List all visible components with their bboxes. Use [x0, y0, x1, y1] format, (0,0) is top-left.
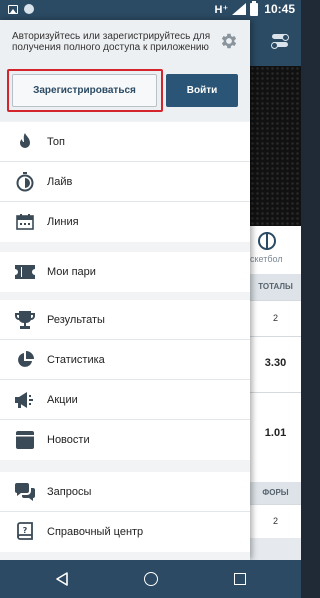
menu-label: Запросы	[47, 485, 92, 498]
background-header	[250, 20, 301, 66]
menu-item-results[interactable]: Результаты	[0, 300, 250, 340]
pie-chart-icon	[15, 350, 35, 370]
menu-item-live[interactable]: Лайв	[0, 162, 250, 202]
table-row: 2	[250, 504, 301, 538]
network-type: H⁺	[214, 3, 229, 16]
signal-icon	[232, 3, 247, 15]
ticket-icon	[15, 262, 35, 282]
menu-label: Лайв	[47, 175, 73, 188]
menu-item-help-center[interactable]: ? Справочный центр	[0, 512, 250, 552]
background-app: скетбол ТОТАЛЫ 2 3.30 1.01 ФОРЫ 2	[250, 20, 301, 560]
table-row: 2	[250, 300, 301, 336]
background-banner	[250, 66, 301, 226]
register-button[interactable]: Зарегистрироваться	[12, 74, 157, 107]
menu-label: Мои пари	[47, 266, 96, 278]
filter-toggle-icon[interactable]	[271, 34, 289, 50]
menu-group-support: Запросы ? Справочный центр	[0, 472, 250, 552]
menu-label: Топ	[47, 135, 65, 148]
menu-label: Справочный центр	[47, 526, 144, 538]
menu-group-bets: Мои пари	[0, 252, 250, 292]
calendar-icon	[15, 212, 35, 232]
sport-label: скетбол	[250, 254, 283, 264]
help-book-icon: ?	[15, 522, 35, 542]
gear-icon[interactable]	[219, 31, 239, 51]
menu-group-info: Результаты Статистика Акции Новости	[0, 300, 250, 460]
handicap-header: ФОРЫ	[250, 482, 301, 504]
chat-icon	[15, 482, 35, 502]
odds-value[interactable]: 3.30	[250, 357, 301, 369]
login-button[interactable]: Войти	[166, 74, 238, 107]
newspaper-icon	[15, 430, 35, 450]
menu-item-line[interactable]: Линия	[0, 202, 250, 242]
clock: 10:45	[264, 2, 295, 16]
megaphone-icon	[15, 390, 35, 410]
basketball-icon	[258, 232, 276, 250]
sport-tab[interactable]: скетбол	[250, 226, 301, 274]
menu-label: Результаты	[47, 313, 105, 326]
gallery-icon	[8, 4, 18, 14]
menu-item-my-bets[interactable]: Мои пари	[0, 252, 250, 292]
stopwatch-icon	[15, 171, 35, 192]
row-value: 2	[272, 313, 278, 323]
home-icon[interactable]	[144, 572, 158, 586]
menu-group-main: Топ Лайв Линия	[0, 122, 250, 242]
menu-label: Акции	[47, 393, 78, 406]
totals-header: ТОТАЛЫ	[250, 274, 301, 300]
notification-circle-icon	[24, 4, 34, 14]
svg-text:?: ?	[23, 526, 28, 535]
battery-icon	[250, 0, 259, 16]
system-nav-bar	[0, 560, 301, 598]
menu-label: Новости	[47, 434, 90, 446]
trophy-icon	[15, 310, 35, 330]
auth-panel: Авторизуйтесь или зарегистрируйтесь для …	[0, 20, 250, 121]
navigation-drawer: Авторизуйтесь или зарегистрируйтесь для …	[0, 20, 250, 560]
menu-label: Статистика	[47, 353, 105, 366]
fire-icon	[15, 132, 35, 152]
status-bar: H⁺ 10:45	[0, 0, 301, 20]
auth-message: Авторизуйтесь или зарегистрируйтесь для …	[12, 31, 211, 53]
back-icon[interactable]	[56, 572, 68, 586]
menu-item-news[interactable]: Новости	[0, 420, 250, 460]
menu-item-promotions[interactable]: Акции	[0, 380, 250, 420]
odds-row[interactable]: 1.01	[250, 392, 301, 482]
odds-row[interactable]: 3.30	[250, 336, 301, 392]
menu-item-requests[interactable]: Запросы	[0, 472, 250, 512]
menu-label: Линия	[47, 216, 79, 228]
menu-item-statistics[interactable]: Статистика	[0, 340, 250, 380]
menu-item-top[interactable]: Топ	[0, 122, 250, 162]
row-value: 2	[272, 516, 278, 526]
odds-value[interactable]: 1.01	[250, 427, 301, 439]
recent-apps-icon[interactable]	[234, 573, 246, 585]
